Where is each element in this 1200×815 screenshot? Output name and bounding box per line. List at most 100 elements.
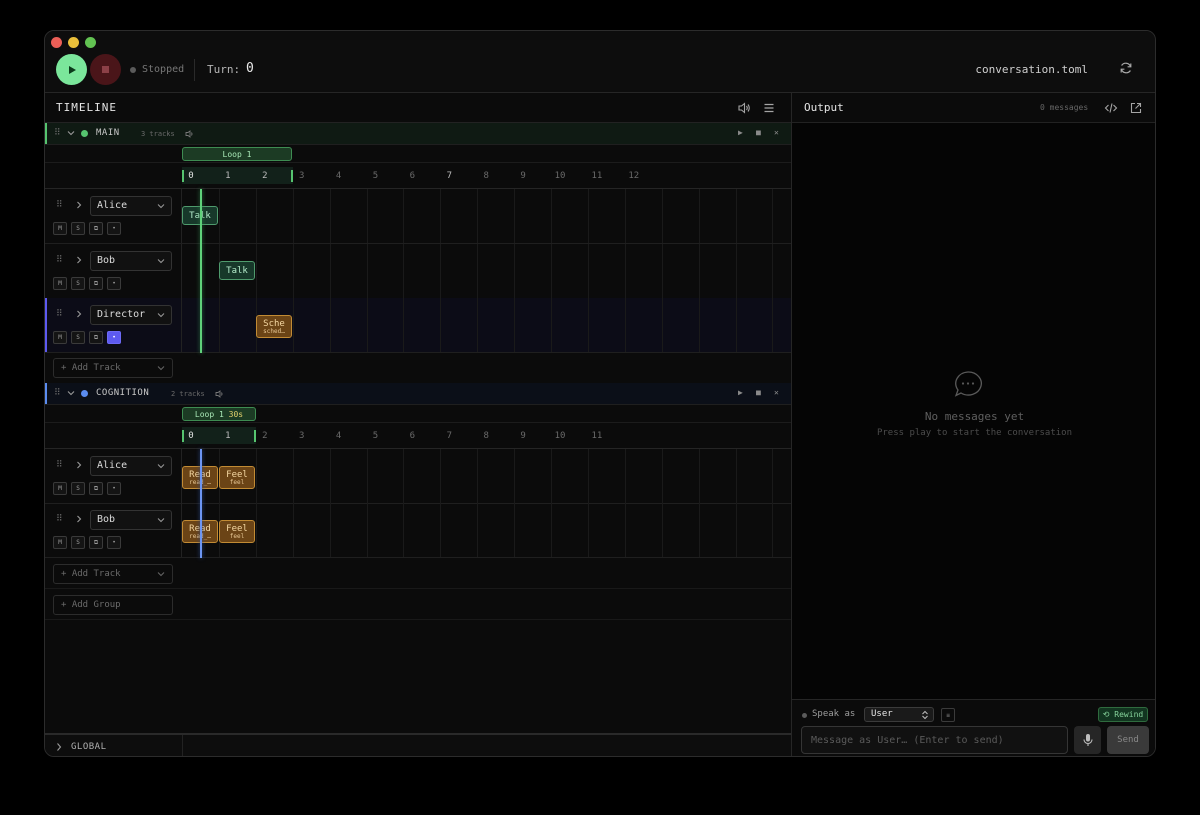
loop-region[interactable]: Loop 1	[182, 147, 292, 161]
speaker-options-button[interactable]: ≡	[941, 708, 955, 722]
chevron-right-icon[interactable]	[74, 255, 84, 265]
mute-button[interactable]: M	[53, 536, 67, 549]
track-lane[interactable]: Sche sched…	[182, 298, 791, 352]
clip[interactable]: Feel feel	[219, 520, 255, 543]
record-button[interactable]: •	[107, 277, 121, 290]
track-row-selected: ⠿ Director M S ⧉ • Sche sched…	[45, 298, 791, 353]
zoom-window-icon[interactable]	[85, 37, 96, 48]
duplicate-button[interactable]: ⧉	[89, 331, 103, 344]
track-agent-name: Director	[97, 309, 146, 320]
grid-line	[440, 449, 442, 503]
group-close-button[interactable]: ✕	[774, 388, 779, 397]
mute-button[interactable]: M	[53, 277, 67, 290]
grid-line	[698, 189, 700, 243]
speaker-icon[interactable]	[737, 101, 751, 115]
group-stop-button[interactable]: ■	[756, 128, 761, 137]
drag-handle-icon[interactable]: ⠿	[56, 514, 64, 524]
duplicate-button[interactable]: ⧉	[89, 222, 103, 235]
add-group-button[interactable]: + Add Group	[53, 595, 173, 615]
minimize-window-icon[interactable]	[68, 37, 79, 48]
group-header-main[interactable]: ⠿ MAIN 3 tracks ▶ ■ ✕	[45, 123, 791, 145]
track-agent-select[interactable]: Bob	[90, 251, 172, 271]
clip[interactable]: Talk	[219, 261, 255, 280]
message-input[interactable]	[801, 726, 1068, 754]
global-section[interactable]: GLOBAL	[45, 733, 791, 756]
track-lane[interactable]: Read read_… Feel feel	[182, 449, 791, 503]
drag-handle-icon[interactable]: ⠿	[56, 255, 64, 265]
record-button[interactable]: •	[107, 222, 121, 235]
chevron-right-icon[interactable]	[74, 514, 84, 524]
record-button[interactable]: •	[107, 331, 121, 344]
mute-button[interactable]: M	[53, 482, 67, 495]
group-stop-button[interactable]: ■	[756, 388, 761, 397]
drag-handle-icon[interactable]: ⠿	[56, 460, 64, 470]
speaker-icon[interactable]	[215, 389, 225, 399]
mute-button[interactable]: M	[53, 331, 67, 344]
group-play-button[interactable]: ▶	[738, 388, 743, 397]
stop-button[interactable]	[90, 54, 121, 85]
duplicate-button[interactable]: ⧉	[89, 482, 103, 495]
add-track-button[interactable]: + Add Track	[53, 358, 173, 378]
external-link-icon[interactable]	[1129, 101, 1143, 115]
main-playhead[interactable]	[200, 189, 202, 353]
config-filename[interactable]: conversation.toml	[975, 63, 1088, 76]
play-button[interactable]	[56, 54, 87, 85]
solo-button[interactable]: S	[71, 482, 85, 495]
track-lane[interactable]: Talk	[182, 189, 791, 243]
track-agent-select[interactable]: Alice	[90, 196, 172, 216]
chat-bubble-icon	[954, 371, 982, 397]
chevron-right-icon[interactable]	[74, 200, 84, 210]
time-ruler[interactable]: 0 1 2 3 4 5 6 7 8 9 10 11 12	[45, 163, 791, 189]
drag-handle-icon[interactable]: ⠿	[54, 388, 62, 398]
chevron-down-icon[interactable]	[66, 388, 76, 398]
time-ruler[interactable]: 0 1 2 3 4 5 6 7 8 9 10 11	[45, 423, 791, 449]
solo-button[interactable]: S	[71, 222, 85, 235]
track-lane[interactable]: Talk	[182, 244, 791, 298]
drag-handle-icon[interactable]: ⠿	[56, 309, 64, 319]
clip[interactable]: Feel feel	[219, 466, 255, 489]
duplicate-button[interactable]: ⧉	[89, 277, 103, 290]
speaker-icon[interactable]	[185, 129, 195, 139]
clip[interactable]: Sche sched…	[256, 315, 292, 338]
track-agent-select[interactable]: Bob	[90, 510, 172, 530]
record-button[interactable]: •	[107, 482, 121, 495]
chevron-down-icon[interactable]	[66, 128, 76, 138]
close-window-icon[interactable]	[51, 37, 62, 48]
cognition-playhead[interactable]	[200, 449, 202, 558]
reload-icon[interactable]	[1119, 61, 1133, 75]
grid-line	[514, 503, 516, 557]
grid-line	[661, 244, 663, 298]
track-agent-select[interactable]: Alice	[90, 456, 172, 476]
solo-button[interactable]: S	[71, 331, 85, 344]
record-button[interactable]: •	[107, 536, 121, 549]
drag-handle-icon[interactable]: ⠿	[54, 128, 62, 138]
drag-handle-icon[interactable]: ⠿	[56, 200, 64, 210]
chevron-right-icon[interactable]	[74, 460, 84, 470]
microphone-button[interactable]	[1074, 726, 1101, 754]
send-button[interactable]: Send	[1107, 726, 1149, 754]
loop-region[interactable]: Loop 1 30s	[182, 407, 256, 421]
ruler-tick-label: 11	[591, 431, 603, 441]
menu-icon[interactable]	[762, 101, 776, 115]
rewind-button[interactable]: ⟲ Rewind	[1098, 707, 1148, 722]
timeline-panel: TIMELINE ⠿ MAIN 3 tracks ▶ ■ ✕ Loop 1 0 …	[45, 93, 791, 756]
grid-line	[292, 244, 294, 298]
group-play-button[interactable]: ▶	[738, 128, 743, 137]
group-close-button[interactable]: ✕	[774, 128, 779, 137]
solo-button[interactable]: S	[71, 277, 85, 290]
speak-as-select[interactable]: User	[864, 707, 934, 722]
code-icon[interactable]	[1104, 101, 1118, 115]
grid-line	[624, 244, 626, 298]
add-track-button[interactable]: + Add Track	[53, 564, 173, 584]
chevron-right-icon[interactable]	[55, 742, 63, 752]
grid-line	[772, 449, 774, 503]
track-agent-select[interactable]: Director	[90, 305, 172, 325]
group-header-cognition[interactable]: ⠿ COGNITION 2 tracks ▶ ■ ✕	[45, 383, 791, 405]
solo-button[interactable]: S	[71, 536, 85, 549]
track-lane[interactable]: Read read_… Feel feel	[182, 503, 791, 557]
chevron-right-icon[interactable]	[74, 309, 84, 319]
output-title: Output	[804, 101, 844, 114]
duplicate-button[interactable]: ⧉	[89, 536, 103, 549]
grid-line	[624, 449, 626, 503]
mute-button[interactable]: M	[53, 222, 67, 235]
